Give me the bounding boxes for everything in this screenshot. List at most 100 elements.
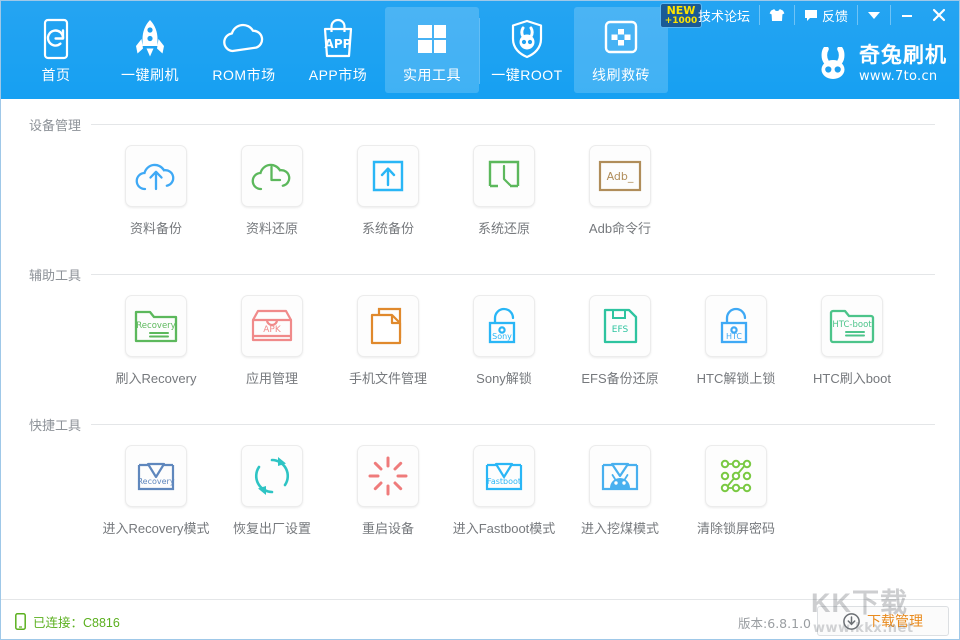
- folder-recovery-icon: Recovery: [132, 306, 180, 346]
- brand-name: 奇兔刷机: [859, 45, 947, 66]
- tile-card: EFS: [589, 295, 651, 357]
- section-rule: [91, 124, 935, 125]
- android-dig-icon: [598, 457, 642, 495]
- tile-enter-dig-mode[interactable]: 进入挖煤模式: [562, 445, 678, 555]
- svg-text:APP: APP: [325, 37, 352, 51]
- rocket-icon: [129, 16, 171, 62]
- chip-icon: [600, 16, 642, 62]
- tile-htc-unlock-lock[interactable]: HTC HTC解锁上锁: [678, 295, 794, 405]
- tile-adb-console[interactable]: Adb_ Adb命令行: [562, 145, 678, 255]
- svg-text:Recovery: Recovery: [137, 477, 174, 486]
- tile-card: [125, 145, 187, 207]
- connection-label: 已连接：C8816: [33, 612, 120, 631]
- tile-label: EFS备份还原: [581, 368, 658, 387]
- nav-item-home[interactable]: 首页: [9, 7, 103, 93]
- title-bar: 首页 一键刷机: [1, 1, 959, 99]
- brand-logo: 奇兔刷机 www.7to.cn: [815, 45, 947, 83]
- section-header: 快捷工具: [1, 415, 959, 433]
- minimize-icon[interactable]: [891, 4, 923, 26]
- tile-label: 应用管理: [246, 368, 298, 387]
- tile-card: Sony: [473, 295, 535, 357]
- download-manager-label: 下载管理: [867, 611, 923, 631]
- tile-app-management[interactable]: APK 应用管理: [214, 295, 330, 405]
- tile-system-restore[interactable]: 系统还原: [446, 145, 562, 255]
- nav-item-utilities[interactable]: 实用工具: [385, 7, 479, 93]
- tile-data-restore[interactable]: 资料还原: [214, 145, 330, 255]
- box-restore-icon: [484, 156, 524, 196]
- fastboot-mode-icon: Fastboot: [482, 457, 526, 495]
- tile-label: HTC刷入boot: [813, 368, 891, 387]
- tile-card: Fastboot: [473, 445, 535, 507]
- tile-system-backup[interactable]: 系统备份: [330, 145, 446, 255]
- tile-sony-unlock[interactable]: Sony Sony解锁: [446, 295, 562, 405]
- nav-item-label: ROM市场: [212, 66, 275, 84]
- download-manager-button[interactable]: 下载管理: [817, 606, 949, 636]
- main-nav: 首页 一键刷机: [9, 7, 668, 95]
- forum-link[interactable]: 技术论坛: [689, 4, 759, 26]
- tile-reboot-device[interactable]: 重启设备: [330, 445, 446, 555]
- tile-label: 刷入Recovery: [116, 368, 197, 387]
- tile-card: [357, 145, 419, 207]
- section-auxiliary-tools: 辅助工具 Recovery 刷入Recovery: [1, 265, 959, 407]
- box-arrow-up-icon: [368, 156, 408, 196]
- nav-item-line-flash-rescue[interactable]: 线刷救砖: [574, 7, 668, 93]
- tile-clear-lock-password[interactable]: 清除锁屏密码: [678, 445, 794, 555]
- floppy-efs-icon: EFS: [600, 306, 640, 346]
- tile-label: 进入挖煤模式: [581, 518, 659, 537]
- section-title: 快捷工具: [29, 415, 81, 434]
- shield-rabbit-icon: [506, 16, 548, 62]
- tile-label: 恢复出厂设置: [233, 518, 311, 537]
- section-title: 设备管理: [29, 115, 81, 134]
- feedback-button[interactable]: 反馈: [795, 4, 857, 26]
- download-circle-icon: [843, 613, 860, 630]
- section-rule: [91, 424, 935, 425]
- version-label: 版本:6.8.1.0: [738, 613, 811, 632]
- tile-card: Recovery: [125, 295, 187, 357]
- tile-card: APK: [241, 295, 303, 357]
- svg-text:Fastboot: Fastboot: [487, 477, 521, 486]
- tile-file-management[interactable]: 手机文件管理: [330, 295, 446, 405]
- nav-item-label: 一键ROOT: [491, 66, 562, 84]
- nav-item-app-market[interactable]: APP APP市场: [291, 7, 385, 93]
- factory-reset-icon: [251, 455, 293, 497]
- app-bag-icon: APP: [316, 16, 360, 62]
- tile-card: [357, 445, 419, 507]
- window-controls: 技术论坛 反馈: [689, 3, 955, 27]
- tile-card: [357, 295, 419, 357]
- tile-htc-flash-boot[interactable]: HTC-boot HTC刷入boot: [794, 295, 910, 405]
- tile-flash-recovery[interactable]: Recovery 刷入Recovery: [98, 295, 214, 405]
- app-window: 首页 一键刷机: [0, 0, 960, 640]
- tile-label: 系统还原: [478, 218, 530, 237]
- tile-label: HTC解锁上锁: [697, 368, 776, 387]
- nav-item-one-key-root[interactable]: 一键ROOT: [480, 7, 574, 93]
- tile-label: 资料备份: [130, 218, 182, 237]
- tile-label: 重启设备: [362, 518, 414, 537]
- tile-grid: 资料备份 资料还原: [1, 145, 959, 257]
- tile-card: HTC: [705, 295, 767, 357]
- cloud-upload-icon: [133, 156, 179, 196]
- tile-label: 手机文件管理: [349, 368, 427, 387]
- svg-text:HTC-boot: HTC-boot: [832, 320, 872, 330]
- connection-status: 已连接：C8816: [15, 612, 120, 631]
- tshirt-icon[interactable]: [760, 4, 794, 26]
- tile-card: [589, 445, 651, 507]
- tile-card: [241, 145, 303, 207]
- close-icon[interactable]: [923, 4, 955, 26]
- tile-enter-recovery-mode[interactable]: Recovery 进入Recovery模式: [98, 445, 214, 555]
- folder-htcboot-icon: HTC-boot: [827, 306, 877, 346]
- feedback-icon: [804, 9, 818, 22]
- tile-label: Adb命令行: [589, 218, 651, 237]
- tile-factory-reset[interactable]: 恢复出厂设置: [214, 445, 330, 555]
- nav-item-rom-market[interactable]: ROM市场: [197, 7, 291, 93]
- brand-url: www.7to.cn: [859, 70, 947, 83]
- tile-enter-fastboot-mode[interactable]: Fastboot 进入Fastboot模式: [446, 445, 562, 555]
- tile-label: Sony解锁: [476, 368, 532, 387]
- nav-item-label: 首页: [42, 66, 71, 84]
- tile-label: 系统备份: [362, 218, 414, 237]
- tile-efs-backup-restore[interactable]: EFS EFS备份还原: [562, 295, 678, 405]
- tile-data-backup[interactable]: 资料备份: [98, 145, 214, 255]
- section-device-management: 设备管理 资料备份: [1, 115, 959, 257]
- nav-item-one-key-flash[interactable]: 一键刷机: [103, 7, 197, 93]
- chevron-down-icon[interactable]: [858, 4, 890, 26]
- nav-item-label: 一键刷机: [121, 66, 179, 84]
